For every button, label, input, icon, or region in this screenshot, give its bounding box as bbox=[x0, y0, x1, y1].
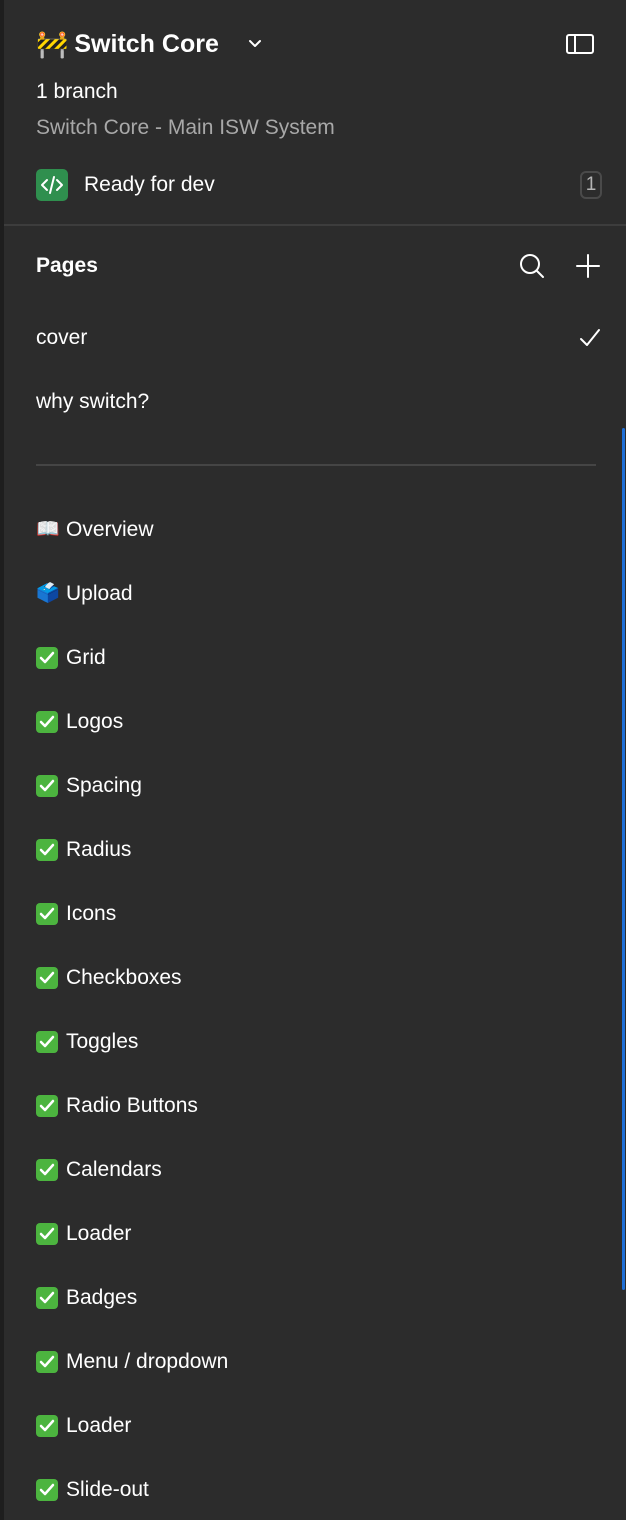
check-box-icon bbox=[36, 1479, 58, 1501]
check-box-icon bbox=[36, 1159, 58, 1181]
page-label: Grid bbox=[66, 646, 106, 669]
ballot-box-icon: 🗳️ bbox=[36, 583, 60, 604]
page-item-upload[interactable]: 🗳️ Upload bbox=[36, 574, 602, 614]
page-item-radius[interactable]: Radius bbox=[36, 830, 602, 870]
page-label: Radius bbox=[66, 838, 132, 861]
page-item-checkboxes[interactable]: Checkboxes bbox=[36, 958, 602, 998]
search-icon[interactable] bbox=[516, 250, 548, 282]
page-item-radio-buttons[interactable]: Radio Buttons bbox=[36, 1086, 602, 1126]
code-icon bbox=[36, 169, 68, 201]
page-label: cover bbox=[36, 326, 88, 349]
panel-border bbox=[0, 0, 4, 1520]
layers-panel: 🚧 Switch Core 1 branch Switch Core - Mai… bbox=[0, 0, 626, 1520]
page-item-slide-out[interactable]: Slide-out bbox=[36, 1470, 602, 1510]
page-item-overview[interactable]: 📖 Overview bbox=[36, 510, 602, 550]
check-box-icon bbox=[36, 1351, 58, 1373]
page-label: Toggles bbox=[66, 1030, 139, 1053]
page-label: Slide-out bbox=[66, 1478, 149, 1501]
page-label: Menu / dropdown bbox=[66, 1350, 229, 1373]
check-box-icon bbox=[36, 1031, 58, 1053]
header-divider bbox=[4, 224, 626, 226]
page-label: why switch? bbox=[36, 390, 150, 413]
page-item-why-switch[interactable]: why switch? bbox=[36, 382, 602, 422]
page-label: Loader bbox=[66, 1222, 132, 1245]
check-box-icon bbox=[36, 1415, 58, 1437]
page-label: Badges bbox=[66, 1286, 138, 1309]
page-label: Loader bbox=[66, 1414, 132, 1437]
file-title[interactable]: Switch Core bbox=[74, 24, 218, 64]
check-box-icon bbox=[36, 711, 58, 733]
check-box-icon bbox=[36, 1095, 58, 1117]
page-item-loader[interactable]: Loader bbox=[36, 1214, 602, 1254]
file-name-menu[interactable]: 🚧 Switch Core bbox=[36, 24, 265, 64]
file-description: Switch Core - Main ISW System bbox=[36, 116, 335, 139]
page-item-logos[interactable]: Logos bbox=[36, 702, 602, 742]
check-box-icon bbox=[36, 647, 58, 669]
chevron-down-icon[interactable] bbox=[245, 34, 265, 54]
branch-count[interactable]: 1 branch bbox=[36, 78, 118, 106]
add-page-icon[interactable] bbox=[572, 250, 604, 282]
dev-status-label: Ready for dev bbox=[84, 173, 215, 196]
page-item-toggles[interactable]: Toggles bbox=[36, 1022, 602, 1062]
pages-title: Pages bbox=[36, 254, 98, 277]
page-label: Calendars bbox=[66, 1158, 162, 1181]
page-label: Overview bbox=[66, 518, 154, 541]
page-item-spacing[interactable]: Spacing bbox=[36, 766, 602, 806]
page-item-grid[interactable]: Grid bbox=[36, 638, 602, 678]
page-item-cover[interactable]: cover bbox=[36, 318, 602, 358]
page-label: Logos bbox=[66, 710, 124, 733]
open-book-icon: 📖 bbox=[36, 519, 60, 540]
check-box-icon bbox=[36, 1287, 58, 1309]
page-label: Spacing bbox=[66, 774, 142, 797]
check-box-icon bbox=[36, 775, 58, 797]
check-box-icon bbox=[36, 903, 58, 925]
page-label: Checkboxes bbox=[66, 966, 182, 989]
check-box-icon bbox=[36, 967, 58, 989]
checkmark-icon bbox=[578, 326, 602, 350]
page-label: Radio Buttons bbox=[66, 1094, 198, 1117]
scrollbar[interactable] bbox=[622, 428, 625, 1290]
dev-mode-status[interactable]: Ready for dev 1 bbox=[36, 168, 602, 202]
dev-status-count-badge: 1 bbox=[580, 171, 602, 199]
page-label: Icons bbox=[66, 902, 117, 925]
check-box-icon bbox=[36, 839, 58, 861]
page-item-icons[interactable]: Icons bbox=[36, 894, 602, 934]
page-item-calendars[interactable]: Calendars bbox=[36, 1150, 602, 1190]
page-label: Upload bbox=[66, 582, 133, 605]
page-item-loader-2[interactable]: Loader bbox=[36, 1406, 602, 1446]
construction-icon: 🚧 bbox=[36, 29, 69, 59]
check-box-icon bbox=[36, 1223, 58, 1245]
pages-divider bbox=[36, 464, 596, 466]
page-item-badges[interactable]: Badges bbox=[36, 1278, 602, 1318]
sidebar-toggle-icon[interactable] bbox=[564, 32, 596, 56]
page-item-menu-dropdown[interactable]: Menu / dropdown bbox=[36, 1342, 602, 1382]
